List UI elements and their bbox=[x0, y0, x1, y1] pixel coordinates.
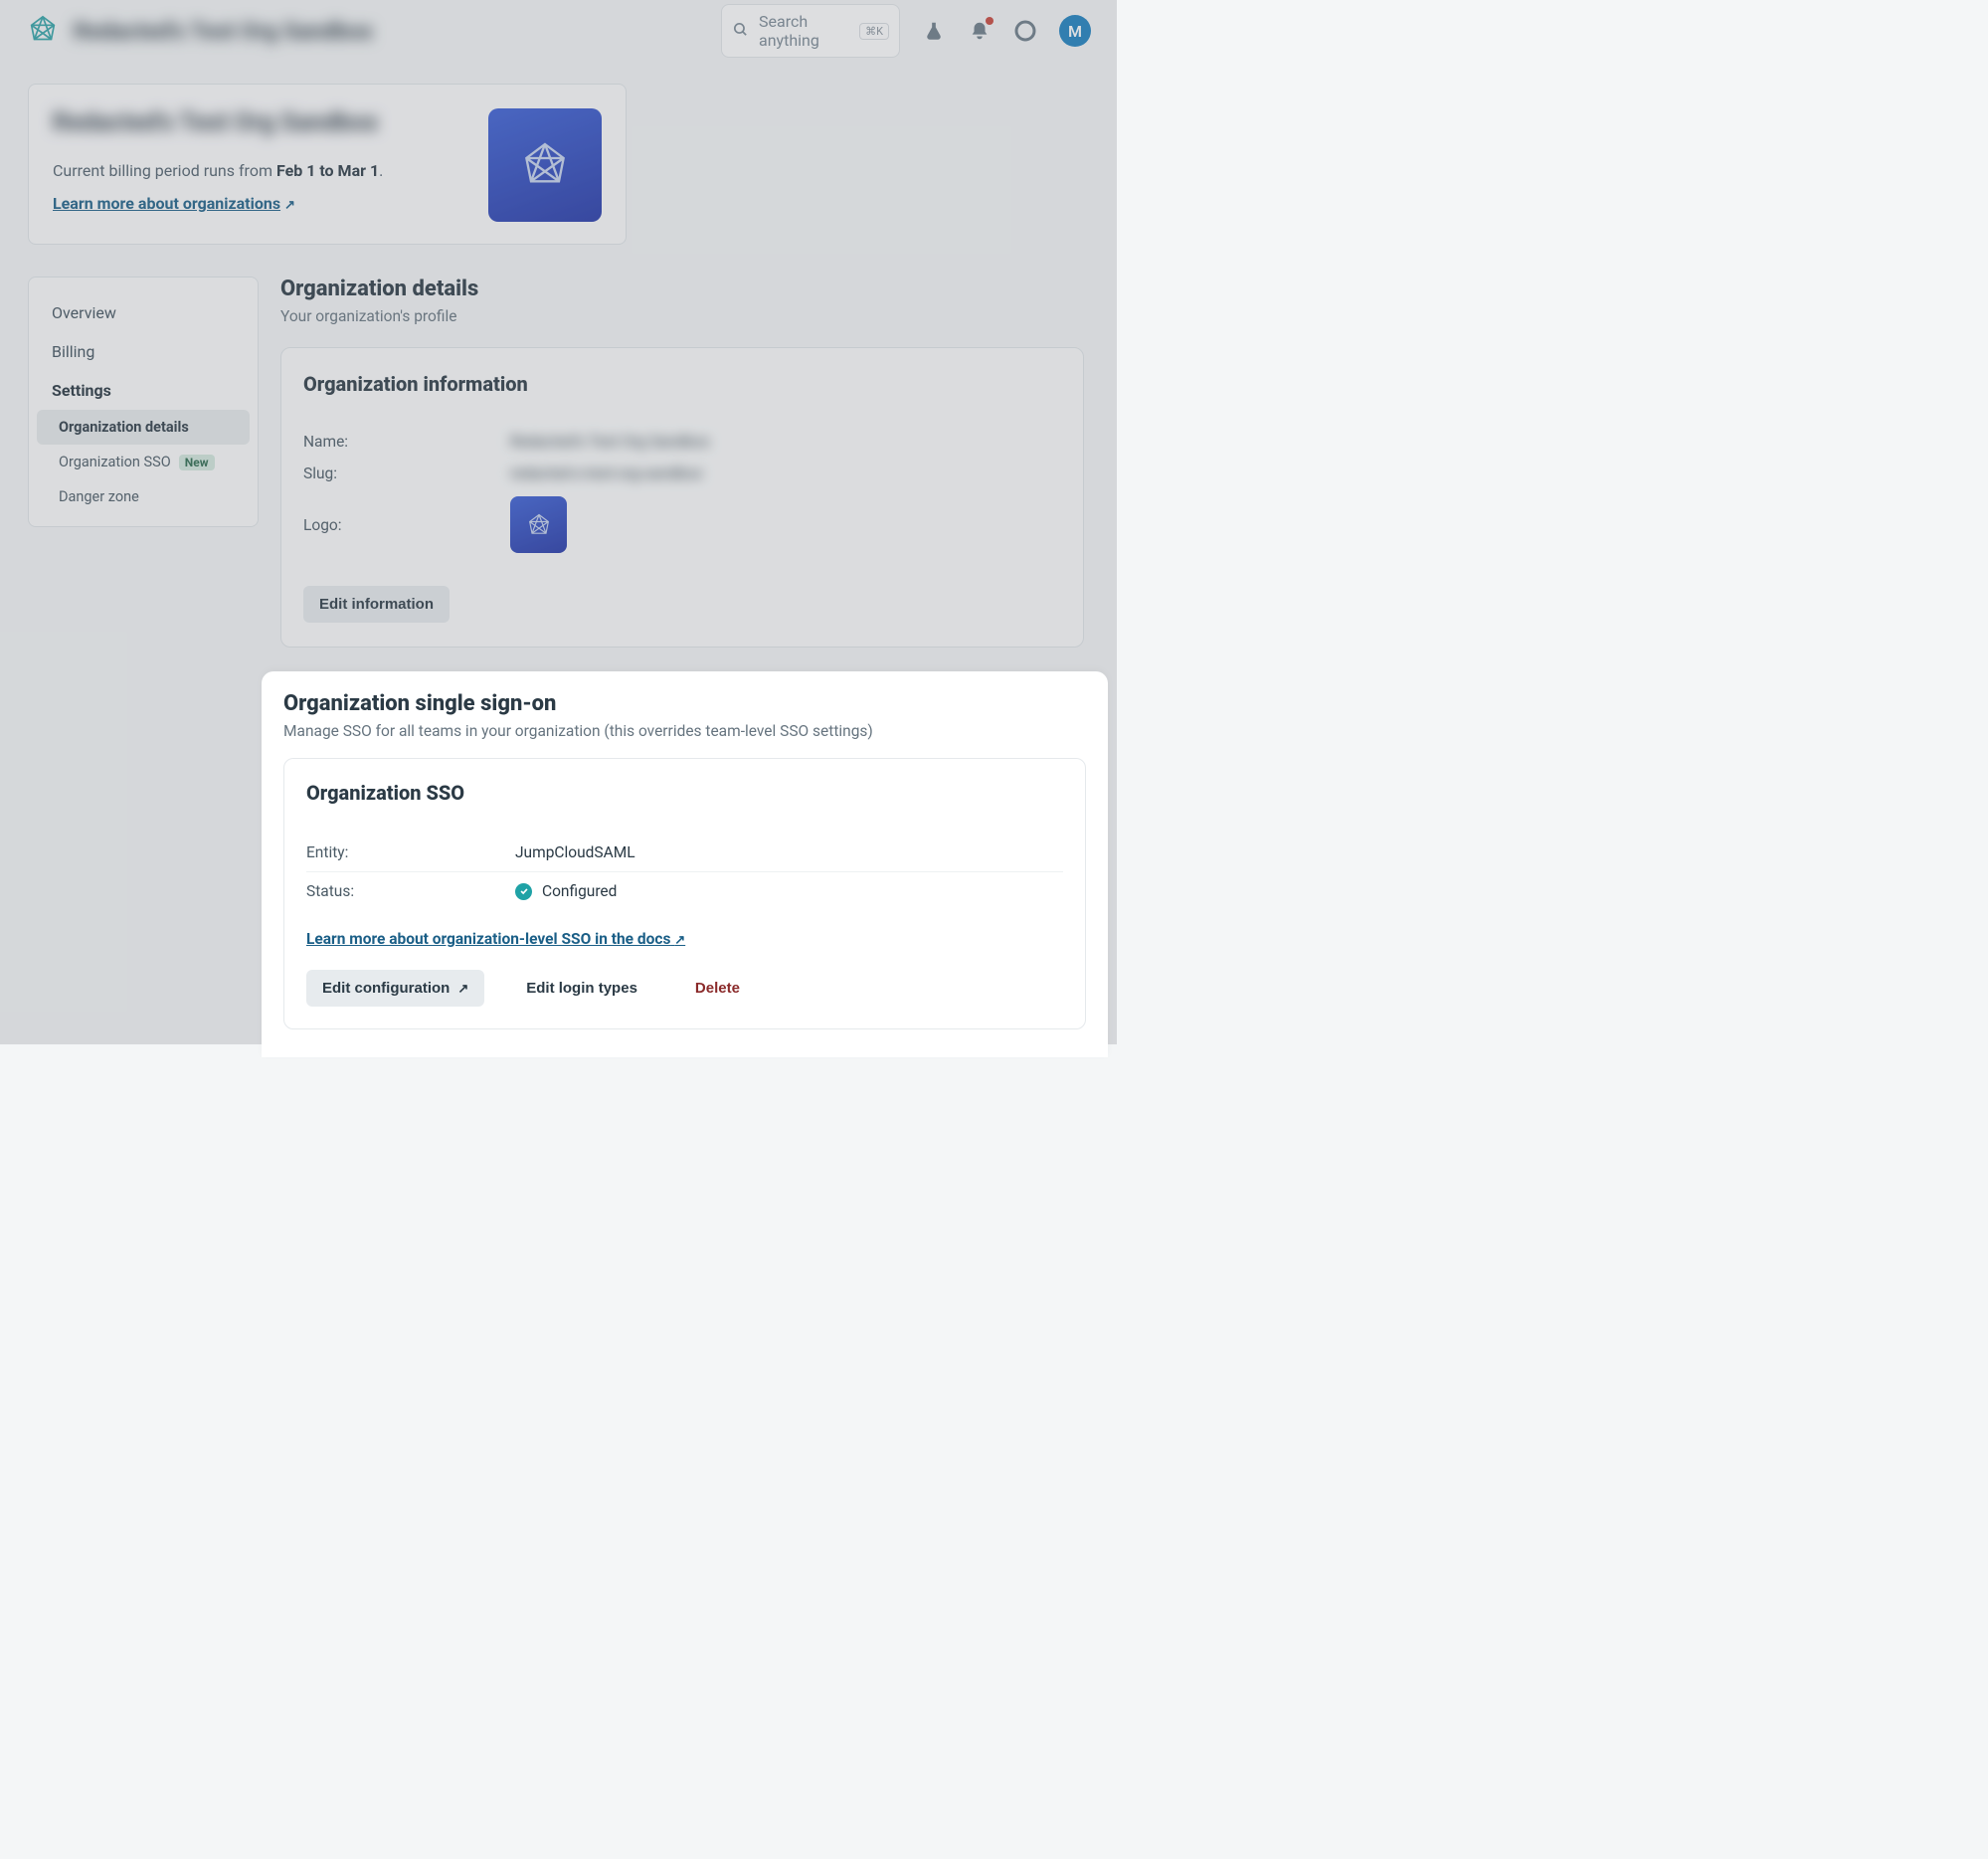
learn-orgs-link[interactable]: Learn more about organizations↗ bbox=[53, 194, 295, 213]
edit-configuration-button[interactable]: Edit configuration ↗ bbox=[306, 970, 484, 1007]
org-logo-small bbox=[510, 496, 567, 553]
org-title: Redacted's Test Org Sandbox bbox=[53, 108, 488, 137]
flask-icon[interactable] bbox=[922, 19, 946, 43]
delete-button[interactable]: Delete bbox=[679, 970, 756, 1007]
sidebar-sub-org-sso[interactable]: Organization SSO New bbox=[37, 445, 250, 479]
sidebar-item-overview[interactable]: Overview bbox=[37, 293, 250, 332]
check-circle-icon bbox=[515, 883, 532, 900]
billing-period-text: Current billing period runs from Feb 1 t… bbox=[53, 161, 488, 180]
notification-dot bbox=[986, 17, 994, 25]
app-logo-icon[interactable] bbox=[26, 14, 60, 48]
org-name-value: Redacted's Test Org Sandbox bbox=[510, 433, 710, 451]
org-info-heading: Organization information bbox=[303, 372, 1061, 396]
page-subtitle: Your organization's profile bbox=[280, 307, 1087, 325]
org-header-card: Redacted's Test Org Sandbox Current bill… bbox=[28, 84, 627, 245]
search-icon bbox=[732, 21, 749, 42]
topbar: Redacted's Test Org Sandbox Search anyth… bbox=[0, 0, 1117, 62]
external-link-icon: ↗ bbox=[674, 933, 685, 948]
external-link-icon: ↗ bbox=[457, 981, 468, 997]
sso-panel: Organization single sign-on Manage SSO f… bbox=[262, 671, 1108, 1057]
sidebar-item-billing[interactable]: Billing bbox=[37, 332, 250, 371]
row-entity: Entity: JumpCloudSAML bbox=[306, 833, 1063, 871]
sidebar-sub-org-details[interactable]: Organization details bbox=[37, 410, 250, 445]
org-info-card: Organization information Name: Redacted'… bbox=[280, 347, 1084, 648]
edit-information-button[interactable]: Edit information bbox=[303, 586, 450, 623]
sidebar-item-settings[interactable]: Settings bbox=[37, 371, 250, 410]
row-status: Status: Configured bbox=[306, 871, 1063, 910]
sso-section-subtitle: Manage SSO for all teams in your organiz… bbox=[283, 722, 1086, 740]
org-logo-large bbox=[488, 108, 602, 222]
edit-login-types-button[interactable]: Edit login types bbox=[510, 970, 653, 1007]
settings-sidebar: Overview Billing Settings Organization d… bbox=[28, 277, 259, 527]
entity-value: JumpCloudSAML bbox=[515, 843, 635, 861]
search-input[interactable]: Search anything ⌘K bbox=[721, 4, 900, 58]
breadcrumb-org-name[interactable]: Redacted's Test Org Sandbox bbox=[74, 18, 373, 45]
external-link-icon: ↗ bbox=[284, 198, 295, 213]
status-value: Configured bbox=[542, 882, 617, 900]
content-area: Organization details Your organization's… bbox=[280, 277, 1117, 648]
sso-section-title: Organization single sign-on bbox=[283, 691, 1086, 716]
row-logo: Logo: bbox=[303, 489, 1061, 560]
new-badge: New bbox=[179, 455, 215, 470]
row-name: Name: Redacted's Test Org Sandbox bbox=[303, 426, 1061, 458]
avatar[interactable]: M bbox=[1059, 15, 1091, 47]
help-icon[interactable] bbox=[1013, 19, 1037, 43]
org-slug-value: redacted-s-test-org-sandbox bbox=[510, 465, 703, 482]
page-title: Organization details bbox=[280, 277, 1087, 301]
sso-docs-link[interactable]: Learn more about organization-level SSO … bbox=[306, 930, 685, 948]
search-shortcut: ⌘K bbox=[859, 23, 889, 40]
sso-card-heading: Organization SSO bbox=[306, 781, 1063, 805]
sidebar-sub-danger-zone[interactable]: Danger zone bbox=[37, 479, 250, 514]
sso-card: Organization SSO Entity: JumpCloudSAML S… bbox=[283, 758, 1086, 1029]
bell-icon[interactable] bbox=[968, 19, 992, 43]
search-placeholder: Search anything bbox=[759, 12, 849, 50]
row-slug: Slug: redacted-s-test-org-sandbox bbox=[303, 458, 1061, 489]
